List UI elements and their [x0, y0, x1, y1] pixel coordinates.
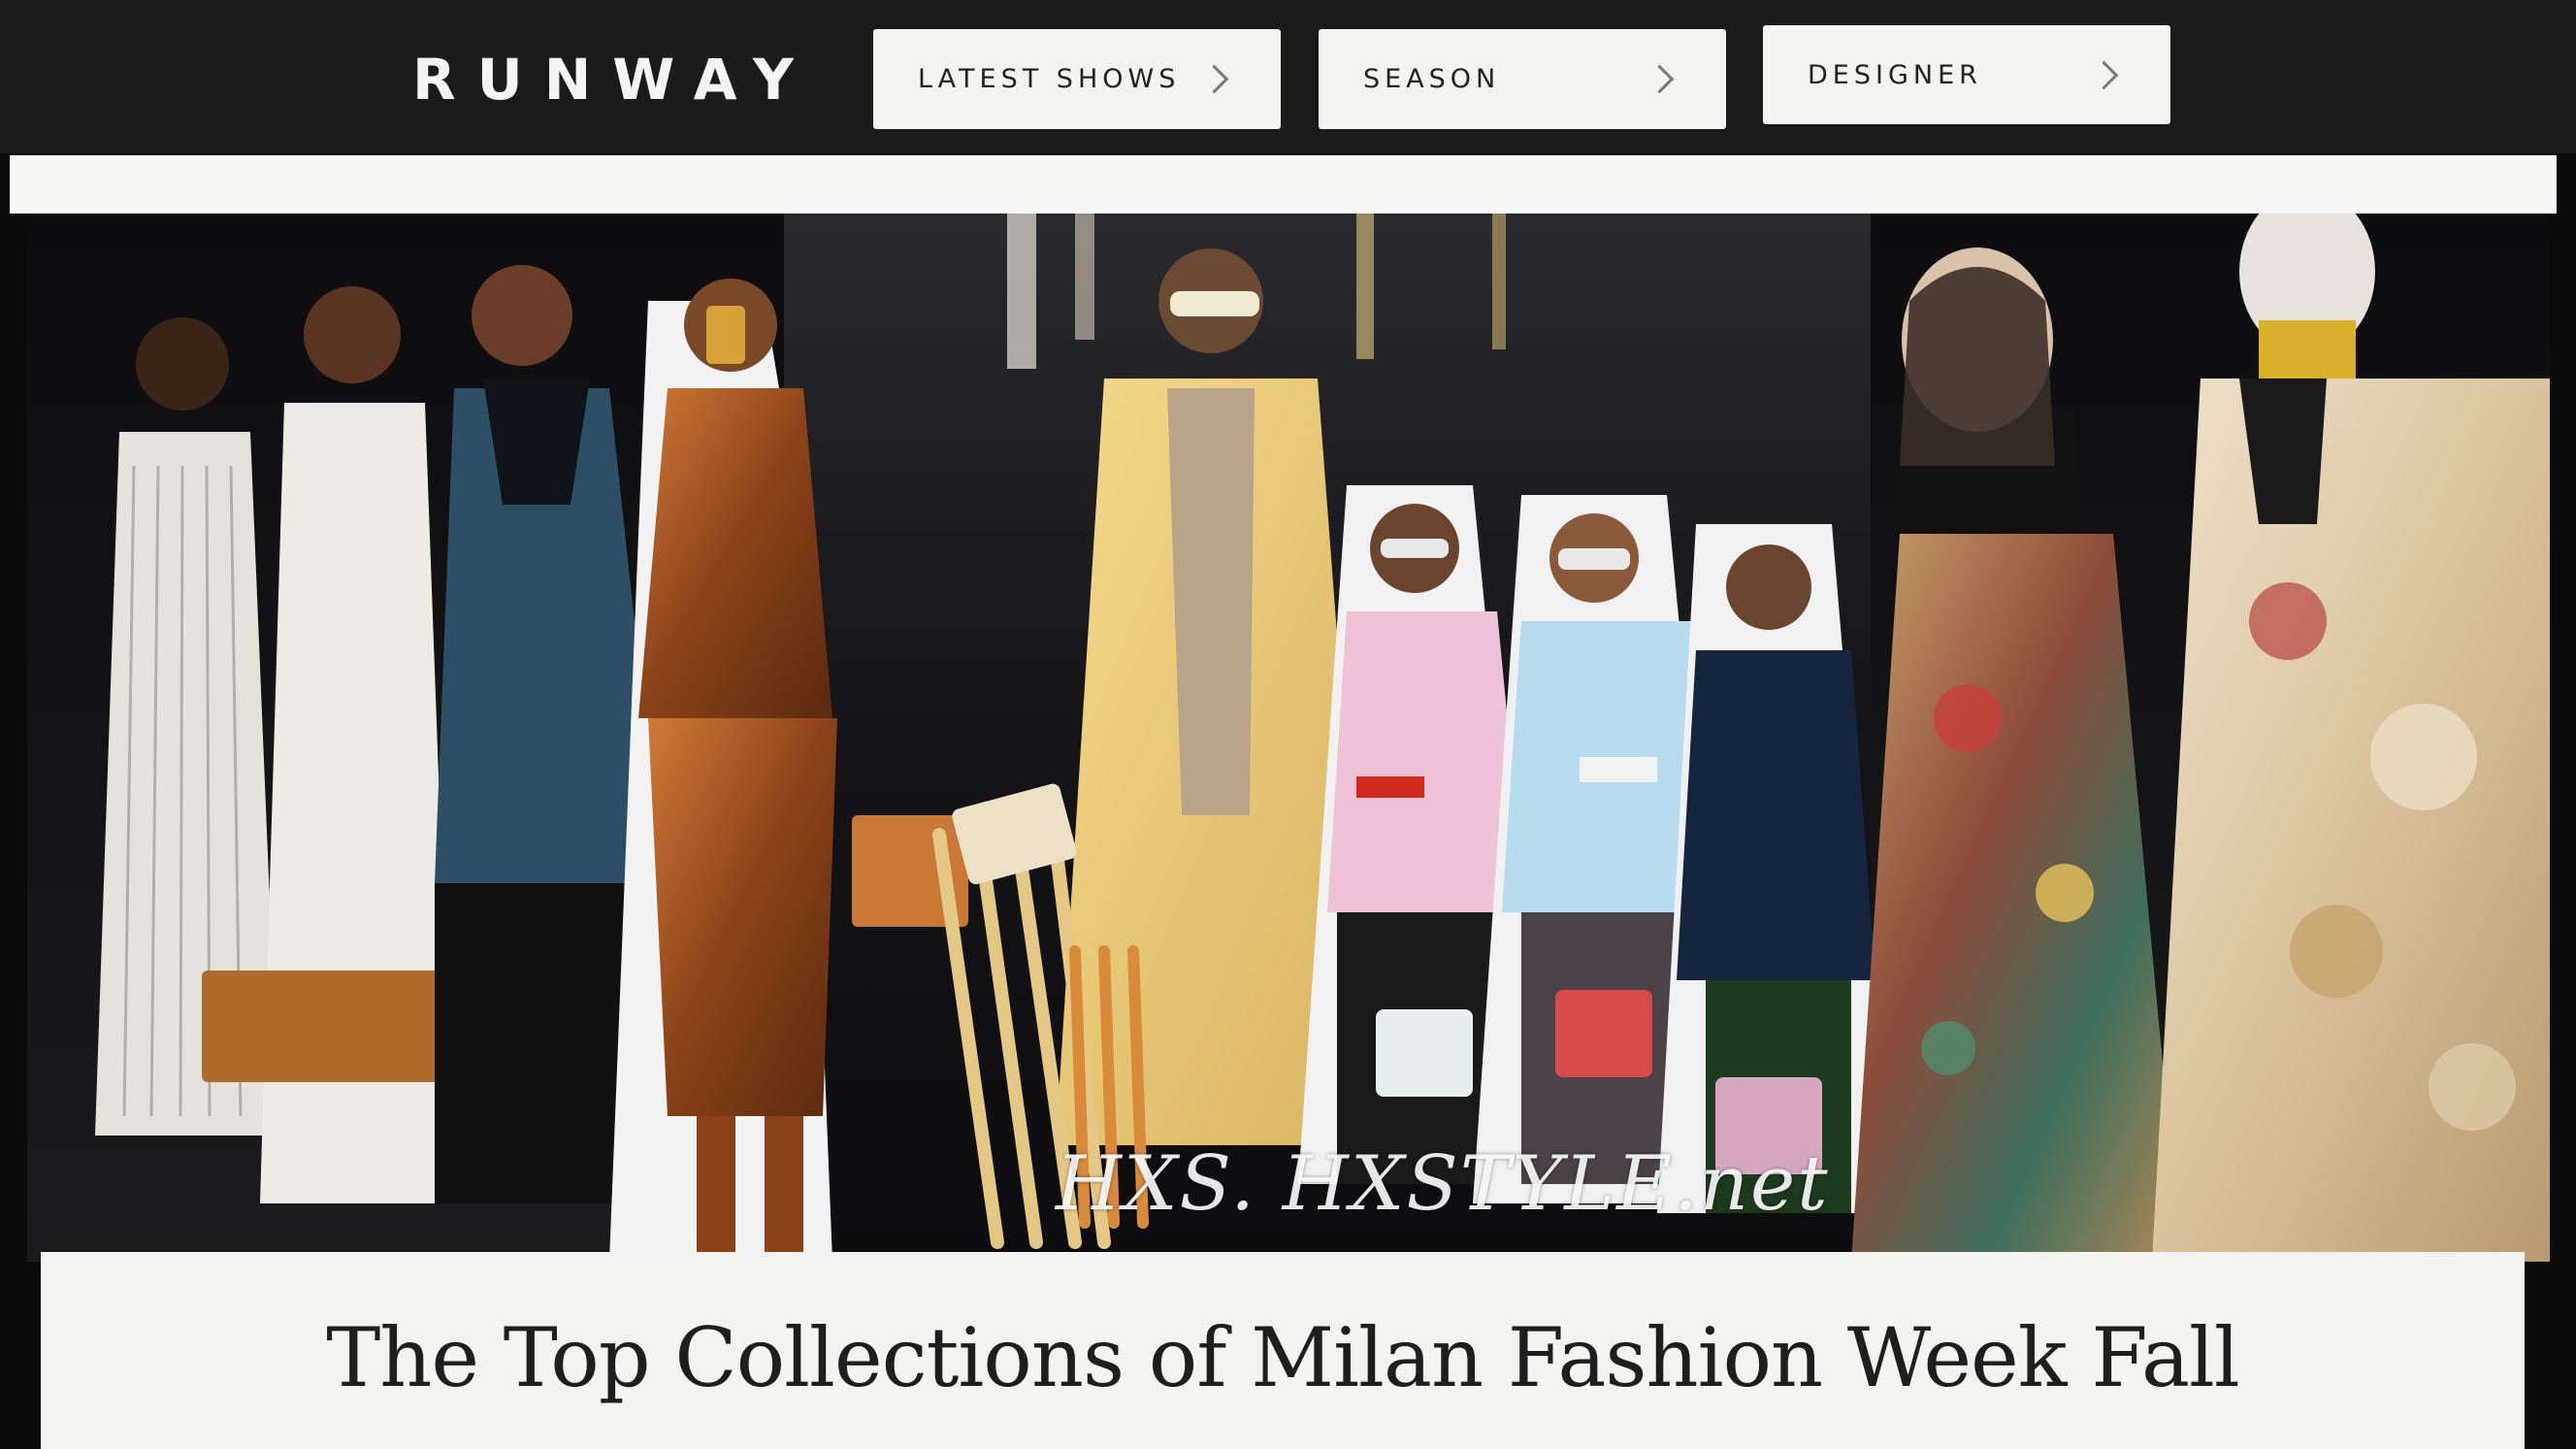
- chevron-right-icon: [2089, 60, 2119, 89]
- runway-logo[interactable]: RUNWAY: [412, 47, 815, 113]
- designer-label: DESIGNER: [1808, 59, 1982, 90]
- watermark-text: HXS. HXSTYLE.net: [1056, 1140, 1830, 1228]
- headline-card[interactable]: The Top Collections of Milan Fashion Wee…: [41, 1252, 2525, 1449]
- latest-shows-label: LATEST SHOWS: [918, 64, 1181, 94]
- season-label: SEASON: [1363, 64, 1501, 94]
- hero-collage-image[interactable]: HXS. HXSTYLE.net: [27, 214, 2550, 1262]
- banner-strip: [10, 155, 2557, 214]
- runway-collage-illustration: [27, 214, 2550, 1262]
- latest-shows-button[interactable]: LATEST SHOWS: [873, 29, 1281, 129]
- article-headline[interactable]: The Top Collections of Milan Fashion Wee…: [41, 1310, 2525, 1405]
- top-navigation-bar: RUNWAY LATEST SHOWS SEASON DESIGNER: [0, 0, 2576, 153]
- designer-button[interactable]: DESIGNER: [1763, 25, 2170, 124]
- chevron-right-icon: [1199, 64, 1229, 94]
- season-button[interactable]: SEASON: [1319, 29, 1726, 129]
- chevron-right-icon: [1645, 64, 1675, 94]
